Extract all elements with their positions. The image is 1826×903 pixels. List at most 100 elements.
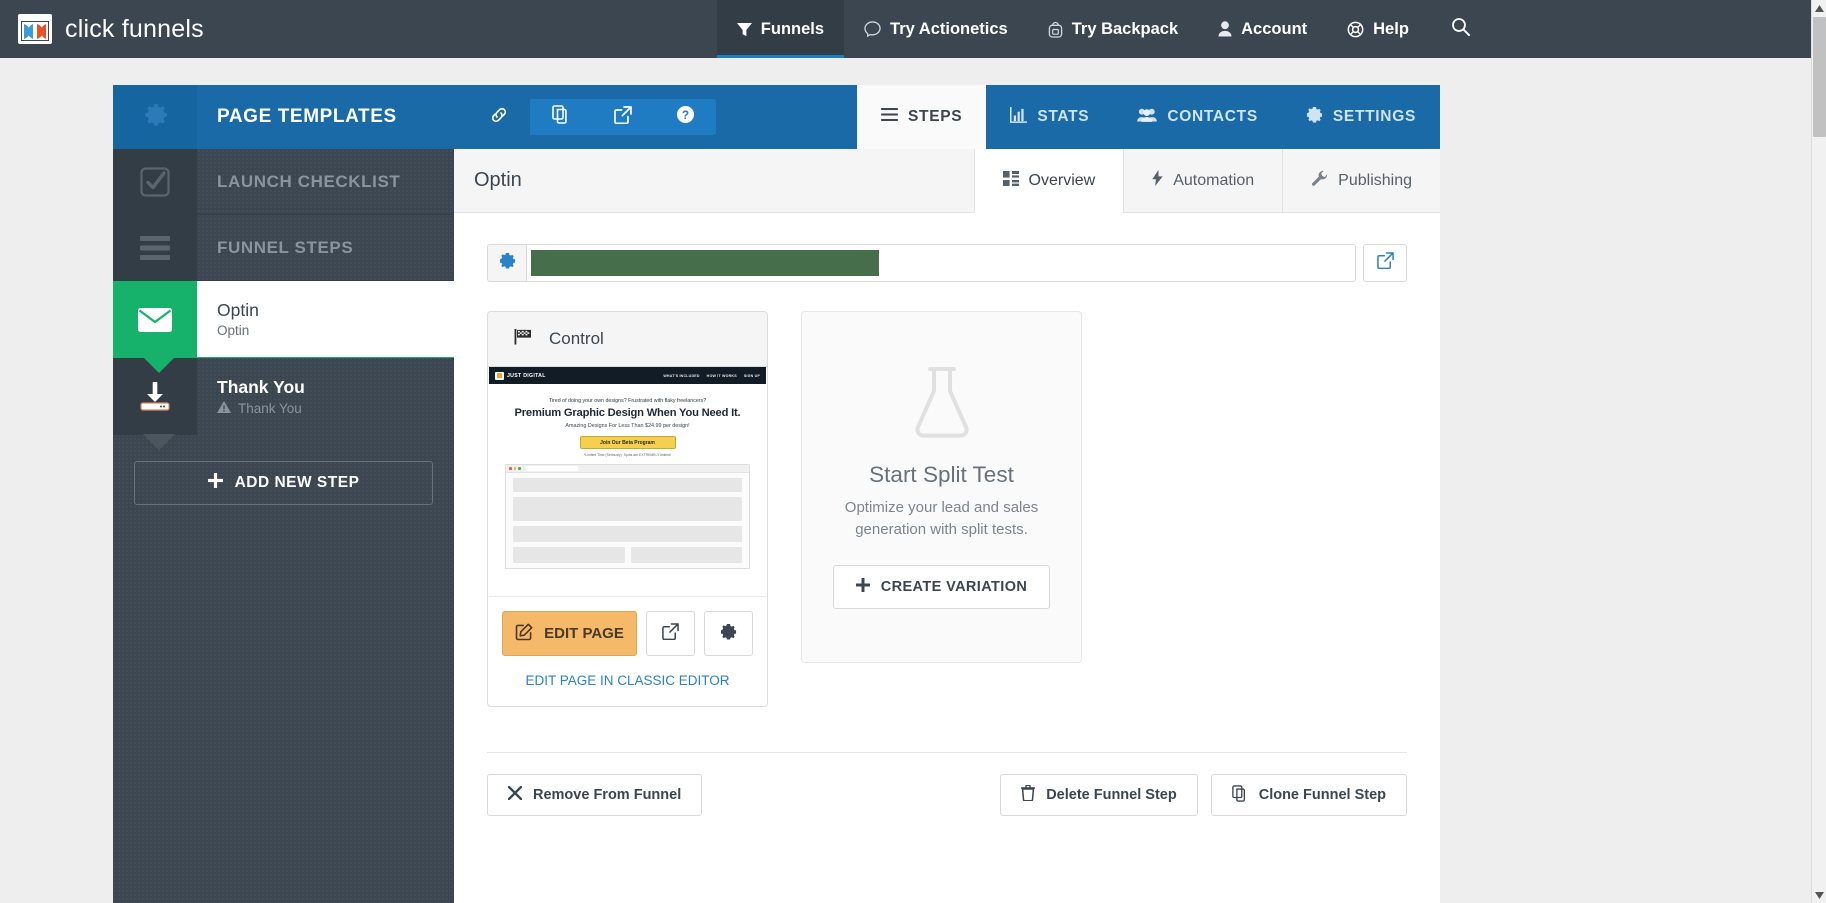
sidebar-item-label: LAUNCH CHECKLIST — [217, 171, 401, 191]
lifering-icon — [1347, 21, 1364, 38]
clone-icon-button[interactable] — [530, 99, 592, 135]
step-connector-arrow — [143, 357, 175, 373]
delete-funnel-step-button[interactable]: Delete Funnel Step — [1000, 774, 1198, 816]
nav-item-help[interactable]: Help — [1327, 0, 1429, 58]
funnel-icon — [736, 22, 752, 37]
plus-icon — [855, 577, 870, 596]
tab-contacts[interactable]: CONTACTS — [1113, 85, 1282, 149]
top-nav-items: Funnels Try Actionetics Try Backpack Acc… — [716, 0, 1492, 58]
control-card-buttons: EDIT PAGE — [488, 597, 767, 656]
redacted-url-value — [531, 250, 879, 276]
control-variation-card: Control JUST DIGITAL WHAT'S INCLUDED HOW… — [487, 311, 768, 707]
funnel-step-name: Optin — [217, 299, 259, 320]
subtab-overview[interactable]: Overview — [973, 149, 1124, 213]
scrollbar-down-arrow-icon[interactable] — [1812, 887, 1826, 903]
preview-brand: JUST DIGITAL — [495, 371, 546, 380]
preview-logo-icon — [495, 371, 504, 380]
funnel-step-name: Thank You — [217, 377, 305, 398]
funnel-step-body: Thank You Thank You — [197, 358, 454, 435]
checkbox-icon — [113, 148, 197, 215]
gear-icon — [499, 252, 516, 274]
external-link-icon — [1376, 252, 1394, 274]
people-icon — [1137, 107, 1158, 127]
preview-fade-overlay — [489, 576, 766, 596]
subtab-publishing[interactable]: Publishing — [1282, 149, 1440, 212]
remove-from-funnel-button[interactable]: Remove From Funnel — [487, 774, 703, 816]
page-settings-button[interactable] — [704, 611, 753, 656]
nav-item-label: Funnels — [760, 19, 825, 38]
clone-funnel-step-button[interactable]: Clone Funnel Step — [1210, 774, 1407, 816]
search-icon — [1451, 17, 1470, 41]
funnel-step-subtitle-text: Thank You — [238, 400, 302, 416]
bottom-button-label: Remove From Funnel — [533, 787, 682, 803]
page-url-input[interactable] — [526, 244, 1356, 282]
tab-settings[interactable]: SETTINGS — [1282, 85, 1440, 149]
preview-browser-bar — [506, 465, 749, 473]
help-circle-icon-button[interactable]: ? — [654, 99, 716, 135]
preview-browser-tab — [525, 466, 578, 471]
wrench-icon — [1311, 170, 1328, 192]
link-icon-button[interactable] — [468, 99, 530, 135]
step-connector-arrow — [143, 434, 175, 450]
funnel-step-subtitle: Optin — [217, 323, 454, 338]
page-scrollbar[interactable] — [1811, 0, 1826, 903]
tab-label: STATS — [1037, 108, 1090, 125]
help-circle-icon: ? — [676, 105, 695, 129]
svg-text:?: ? — [681, 108, 688, 122]
envelope-icon — [113, 281, 197, 373]
bottom-divider — [487, 752, 1407, 753]
preview-nav-link: WHAT'S INCLUDED — [663, 373, 700, 378]
sidebar-item-funnel-steps[interactable]: FUNNEL STEPS — [113, 214, 454, 281]
funnel-step-subtitle-text: Optin — [217, 323, 250, 339]
preview-page-button[interactable] — [646, 611, 695, 656]
edit-page-classic-editor-link[interactable]: EDIT PAGE IN CLASSIC EDITOR — [488, 656, 767, 706]
bolt-icon — [1152, 170, 1163, 191]
gear-icon — [720, 623, 737, 645]
top-navigation-bar: click funnels Funnels Try Actionetics Tr… — [0, 0, 1811, 58]
nav-item-funnels[interactable]: Funnels — [716, 0, 845, 58]
bottom-action-row: Remove From Funnel Delete Funnel Step Cl… — [487, 774, 1407, 816]
split-test-card: Start Split Test Optimize your lead and … — [801, 311, 1082, 663]
step-content-area: Optin Overview Automation Publishing Con… — [454, 149, 1440, 903]
funnel-step-subtitle: Thank You — [217, 400, 454, 416]
subtab-automation[interactable]: Automation — [1123, 149, 1282, 212]
funnel-header-bar: PAGE TEMPLATES ? STEPS STATS CONTACTS SE… — [113, 85, 1440, 149]
funnel-step-optin[interactable]: Optin Optin — [113, 281, 454, 373]
preview-brand-name: JUST DIGITAL — [507, 372, 546, 379]
funnel-settings-gear-button[interactable] — [113, 85, 197, 149]
edit-page-button[interactable]: EDIT PAGE — [502, 611, 637, 656]
add-new-step-button[interactable]: ADD NEW STEP — [134, 461, 433, 505]
bottom-button-label: Delete Funnel Step — [1046, 787, 1177, 803]
scrollbar-thumb[interactable] — [1813, 17, 1826, 137]
chart-icon — [1010, 106, 1028, 128]
flask-icon — [908, 365, 976, 444]
preview-hero: Tired of doing your own designs? Frustra… — [489, 384, 766, 569]
sidebar-item-launch-checklist[interactable]: LAUNCH CHECKLIST — [113, 148, 454, 215]
tab-steps[interactable]: STEPS — [856, 85, 987, 149]
url-settings-button[interactable] — [487, 244, 526, 282]
external-link-icon-button[interactable] — [592, 99, 654, 135]
create-variation-label: CREATE VARIATION — [880, 578, 1028, 595]
preview-navbar: JUST DIGITAL WHAT'S INCLUDED HOW IT WORK… — [489, 367, 766, 384]
nav-item-try-actionetics[interactable]: Try Actionetics — [844, 0, 1028, 58]
open-page-url-button[interactable] — [1363, 244, 1407, 282]
nav-item-account[interactable]: Account — [1198, 0, 1327, 58]
funnel-main-tabs: STEPS STATS CONTACTS SETTINGS — [856, 85, 1440, 149]
preview-subheadline: Amazing Designs For Less Than $24.99 per… — [565, 423, 690, 429]
nav-item-try-backpack[interactable]: Try Backpack — [1028, 0, 1198, 58]
brand-text: click funnels — [65, 14, 204, 43]
search-button[interactable] — [1429, 0, 1492, 58]
preview-block-row — [513, 547, 742, 563]
external-link-icon — [614, 105, 632, 129]
flag-icon — [514, 328, 534, 350]
backpack-icon — [1048, 21, 1063, 38]
create-variation-button[interactable]: CREATE VARIATION — [832, 564, 1051, 609]
brand-logo-area[interactable]: click funnels — [18, 14, 204, 44]
trash-icon — [1020, 784, 1036, 805]
scrollbar-up-arrow-icon[interactable] — [1812, 0, 1826, 16]
gear-icon — [139, 99, 171, 136]
subtab-label: Automation — [1173, 171, 1255, 189]
preview-nav-link: HOW IT WORKS — [706, 373, 737, 378]
tab-stats[interactable]: STATS — [986, 85, 1113, 149]
page-preview-thumbnail[interactable]: JUST DIGITAL WHAT'S INCLUDED HOW IT WORK… — [489, 367, 766, 597]
